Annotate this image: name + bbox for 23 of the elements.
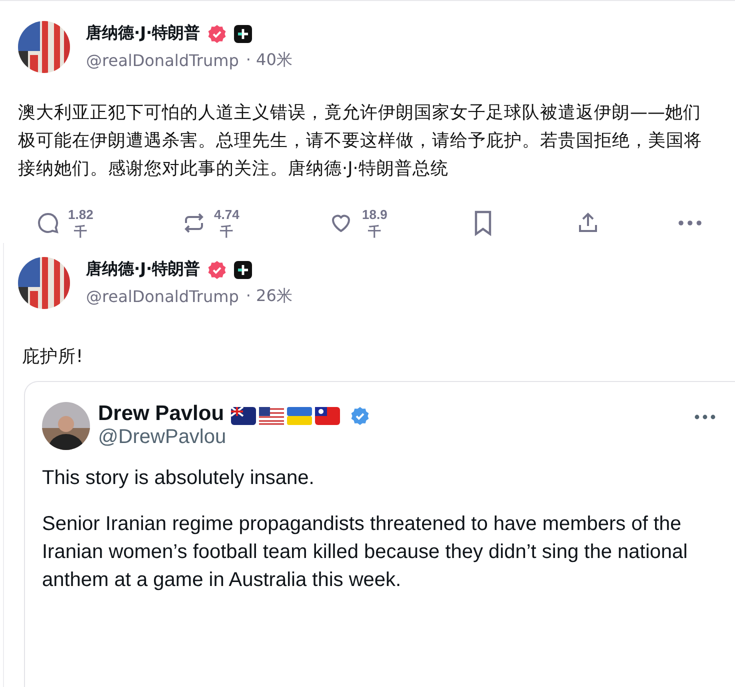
author-handle: @realDonaldTrump [86, 287, 239, 306]
reply-button[interactable]: 1.82 千 [36, 206, 182, 240]
plus-badge-icon [234, 24, 252, 42]
share-icon [576, 211, 600, 235]
like-button[interactable]: 18.9 千 [328, 206, 472, 240]
author-handle: @realDonaldTrump [86, 51, 239, 70]
post-text: 庇护所! [22, 346, 84, 369]
bookmark-icon [472, 210, 494, 236]
post-time: · 26米 [246, 286, 292, 307]
post-time: · 40米 [246, 50, 292, 71]
plus-badge-icon [234, 260, 252, 278]
author-name[interactable]: 唐纳德·J·特朗普 [86, 259, 200, 280]
post-text: 澳大利亚正犯下可怕的人道主义错误，竟允许伊朗国家女子足球队被遣返伊朗——她们极可能在伊朗遭遇杀害。总理先生，请不要这样做，请给予庇护。若贵国拒绝，美国将接纳她们。感谢您对此事的关注。唐纳德·J·特朗普总统 [18, 102, 703, 181]
author-name: Drew Pavlou [98, 402, 224, 426]
repost-icon [182, 211, 206, 235]
quoted-text: Senior Iranian regime propagandists threatened to have members of the Iranian women’s football team killed because they didn’t sing the national anthem at a game in Australia this week. [42, 512, 689, 593]
author-handle: @DrewPavlou [98, 426, 228, 449]
author-name[interactable]: 唐纳德·J·特朗普 [86, 23, 200, 44]
repost-button[interactable]: 4.74 千 [182, 206, 328, 240]
more-icon [694, 414, 716, 420]
more-icon [678, 219, 702, 227]
quoted-text: This story is absolutely insane. [42, 466, 316, 491]
speech-bubble-icon [36, 211, 60, 235]
